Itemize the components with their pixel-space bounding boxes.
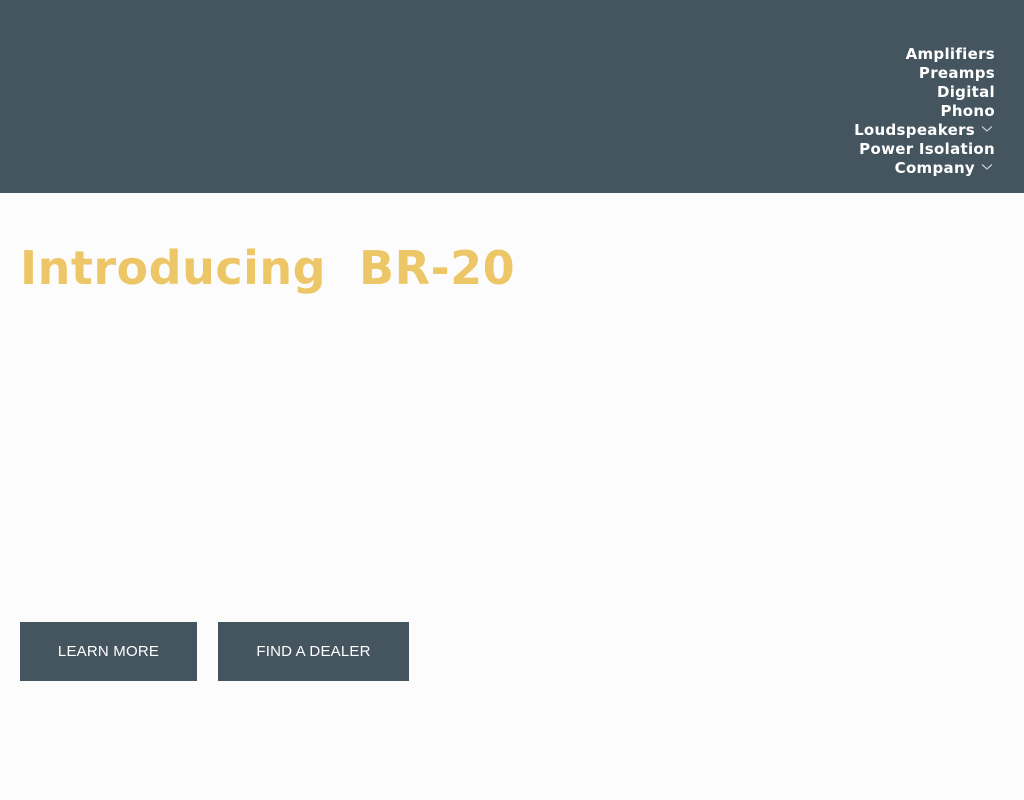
nav-item-power-isolation[interactable]: Power Isolation [859, 139, 995, 158]
learn-more-button[interactable]: LEARN MORE [20, 622, 197, 681]
nav-item-label: Loudspeakers [854, 120, 975, 139]
nav-item-label: Digital [936, 82, 995, 101]
nav-item-label: Company [894, 158, 975, 177]
chevron-down-icon[interactable] [981, 163, 995, 173]
nav-item-digital[interactable]: Digital [937, 82, 995, 101]
nav-item-label: Phono [940, 101, 995, 120]
nav-item-preamps[interactable]: Preamps [919, 63, 995, 82]
nav-item-label: Amplifiers [905, 44, 995, 63]
site-header: Amplifiers Preamps Digital Phono Loudspe… [0, 0, 1024, 193]
chevron-down-icon[interactable] [981, 125, 995, 135]
main-nav: Amplifiers Preamps Digital Phono Loudspe… [854, 44, 995, 177]
nav-item-phono[interactable]: Phono [941, 101, 995, 120]
nav-item-loudspeakers[interactable]: Loudspeakers [854, 120, 993, 139]
find-dealer-button[interactable]: FIND A DEALER [218, 622, 409, 681]
nav-item-company[interactable]: Company [894, 158, 993, 177]
nav-item-label: Power Isolation [859, 139, 995, 158]
nav-item-amplifiers[interactable]: Amplifiers [906, 44, 995, 63]
nav-item-label: Preamps [918, 63, 995, 82]
hero-title: Introducing BR-20 [20, 241, 516, 295]
